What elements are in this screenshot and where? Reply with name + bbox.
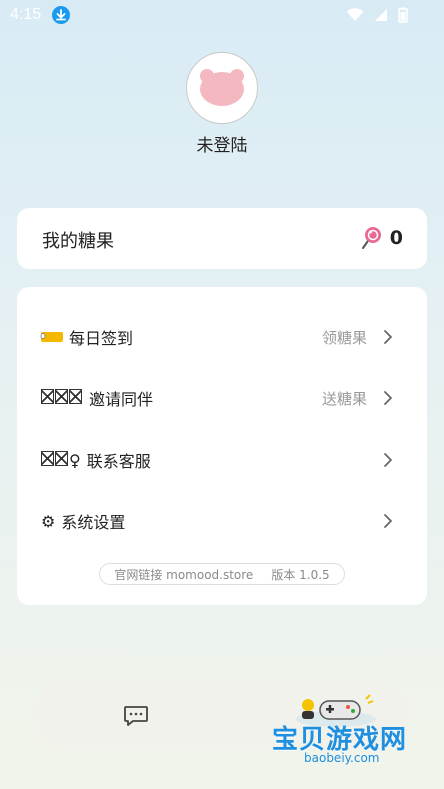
lollipop-icon [361,227,381,249]
status-icons [346,7,408,23]
ticket-icon [41,332,63,342]
bear-avatar-icon [200,69,244,106]
support-label-group: ♀ 联系客服 [41,448,151,472]
chevron-right-icon [384,330,392,344]
candy-count: 0 [389,227,403,249]
support-label: 联系客服 [86,452,151,471]
daily-checkin-label: 每日签到 [69,329,134,348]
signal-icon [375,9,387,21]
missing-glyph-icon [41,388,83,408]
app-version: 版本 1.0.5 [271,567,330,582]
settings-label: 系统设置 [61,513,126,532]
login-status[interactable]: 未登陆 [0,131,444,156]
site-version-pill[interactable]: 官网链接 momood.store 版本 1.0.5 [99,563,345,585]
download-icon [52,6,70,24]
menu-item-support[interactable]: ♀ 联系客服 [17,440,427,480]
daily-checkin-label-group: 每日签到 [41,325,133,349]
my-candy-title: 我的糖果 [42,231,114,252]
invite-label: 邀请同伴 [89,390,154,409]
chat-icon[interactable] [123,705,149,727]
site-watermark: 宝贝游戏网 baobeiy.com [268,693,444,783]
menu-item-daily-checkin[interactable]: 每日签到 领糖果 [17,317,427,357]
battery-icon [398,7,408,23]
site-link[interactable]: 官网链接 momood.store [114,566,253,583]
chevron-right-icon [384,514,392,528]
status-time: 4:15 [10,6,42,23]
settings-label-group: ⚙ 系统设置 [41,509,125,533]
daily-checkin-hint: 领糖果 [321,328,367,347]
wifi-icon [346,8,364,21]
chevron-right-icon [384,453,392,467]
chevron-right-icon [384,391,392,405]
menu-card: 每日签到 领糖果 邀请同伴 送糖果 ♀ 联系客服 ⚙ 系统设置 官网链接 mom… [17,287,427,605]
gear-icon: ⚙ [41,511,56,531]
invite-hint: 送糖果 [321,389,367,408]
menu-item-settings[interactable]: ⚙ 系统设置 [17,501,427,541]
status-bar: 4:15 [0,0,444,30]
avatar[interactable] [186,52,258,124]
menu-item-invite[interactable]: 邀请同伴 送糖果 [17,378,427,418]
my-candy-card[interactable]: 我的糖果 0 [17,208,427,269]
watermark-url: baobeiy.com [304,751,380,765]
invite-label-group: 邀请同伴 [41,386,153,410]
profile-section: 未登陆 [0,52,444,156]
support-glyph-icon: ♀ [41,450,81,470]
candy-balance: 0 [360,226,403,250]
